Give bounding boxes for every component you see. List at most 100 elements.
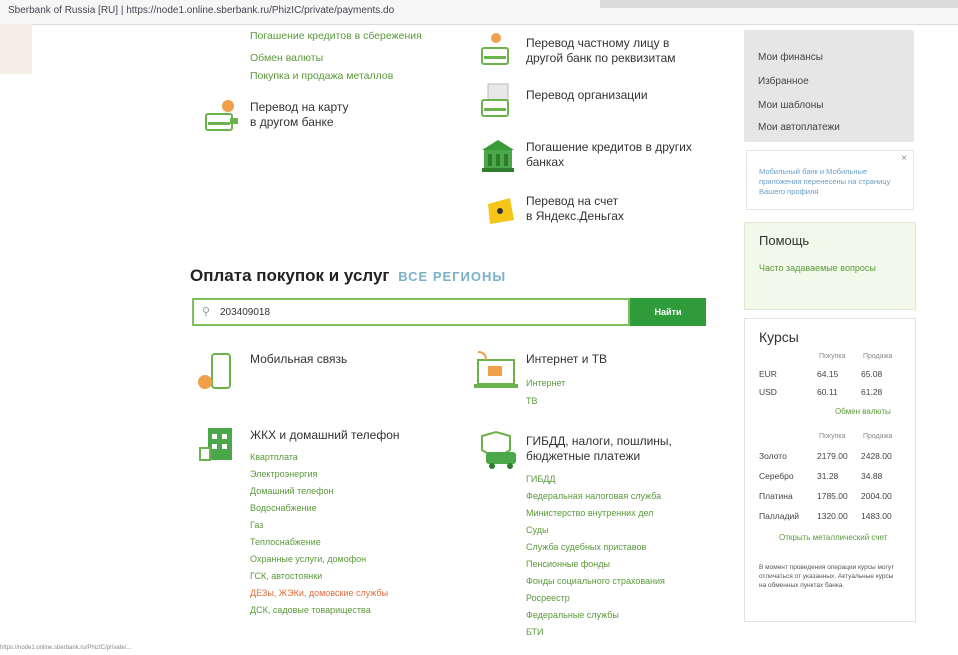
find-button[interactable]: Найти — [630, 298, 706, 326]
sidebar-item-templates[interactable]: Мои шаблоны — [758, 100, 823, 111]
gibdd-link-federal[interactable]: Федеральные службы — [526, 610, 665, 627]
bank-loans-title[interactable]: Погашение кредитов в других банках — [526, 140, 692, 170]
sidebar-item-autopayments[interactable]: Мои автоплатежи — [758, 122, 840, 133]
organization-transfer-title[interactable]: Перевод организации — [526, 88, 648, 103]
zhkh-link-dez[interactable]: ДЕЗы, ЖЭКи, домовские службы — [250, 588, 388, 605]
zhkh-link-gas[interactable]: Газ — [250, 520, 388, 537]
metal-buy: 31.28 — [817, 471, 839, 481]
help-panel: Помощь Часто задаваемые вопросы — [744, 222, 916, 310]
url-text[interactable]: Sberbank of Russia [RU] | https://node1.… — [8, 5, 394, 16]
metal-sell: 1483.00 — [861, 511, 892, 521]
status-bar: https://node1.online.sberbank.ru/PhizIC/… — [0, 645, 132, 651]
link-credit-savings[interactable]: Погашение кредитов в сбережения — [250, 30, 422, 42]
zhkh-link-water[interactable]: Водоснабжение — [250, 503, 388, 520]
metal-row-palladium: Палладий 1320.00 1483.00 — [759, 511, 909, 523]
traffic-police-icon[interactable] — [472, 430, 516, 470]
mobile-title[interactable]: Мобильная связь — [250, 352, 347, 367]
private-transfer-line2: другой банк по реквизитам — [526, 51, 676, 65]
private-transfer-icon[interactable] — [478, 32, 518, 72]
metal-name: Серебро — [759, 471, 794, 481]
toolbar-shade — [600, 0, 958, 8]
rates-fine-print: В момент проведения операции курсы могут… — [759, 564, 895, 589]
help-title: Помощь — [759, 233, 810, 248]
metal-name: Платина — [759, 491, 793, 501]
link-internet[interactable]: Интернет — [526, 378, 565, 388]
metal-name: Золото — [759, 451, 787, 461]
private-transfer-title[interactable]: Перевод частному лицу в другой банк по р… — [526, 36, 676, 66]
metal-buy: 1785.00 — [817, 491, 848, 501]
internet-tv-icon[interactable] — [472, 350, 518, 390]
zhkh-link-heating[interactable]: Теплоснабжение — [250, 537, 388, 554]
gibdd-link-gibdd[interactable]: ГИБДД — [526, 474, 665, 491]
rate-buy: 64.15 — [817, 369, 839, 379]
metal-buy: 2179.00 — [817, 451, 848, 461]
faq-link[interactable]: Часто задаваемые вопросы — [759, 263, 879, 274]
gibdd-title[interactable]: ГИБДД, налоги, пошлины, бюджетные платеж… — [526, 434, 672, 464]
bank-loans-line1: Погашение кредитов в других — [526, 140, 692, 154]
metal-account-link[interactable]: Открыть металлический счет — [779, 533, 887, 542]
zhkh-link-home-phone[interactable]: Домашний телефон — [250, 486, 388, 503]
payments-heading: Оплата покупок и услуг ВСЕ РЕГИОНЫ — [190, 266, 506, 286]
yandex-money-line1: Перевод на счет — [526, 194, 619, 208]
rate-name: USD — [759, 387, 777, 397]
gibdd-links: ГИБДД Федеральная налоговая служба Минис… — [526, 474, 665, 644]
link-tv[interactable]: ТВ — [526, 396, 538, 406]
rates-col-sell: Продажа — [863, 353, 893, 360]
sidebar-menu: Мои финансы Избранное Мои шаблоны Мои ав… — [744, 30, 914, 142]
zhkh-link-parking[interactable]: ГСК, автостоянки — [250, 571, 388, 588]
gibdd-link-bailiffs[interactable]: Служба судебных приставов — [526, 542, 665, 559]
gibdd-link-pension[interactable]: Пенсионные фонды — [526, 559, 665, 576]
gibdd-title-line2: бюджетные платежи — [526, 449, 641, 463]
metals-col-sell: Продажа — [863, 433, 893, 440]
link-currency-exchange[interactable]: Обмен валюты — [250, 52, 323, 64]
gibdd-link-courts[interactable]: Суды — [526, 525, 665, 542]
metal-sell: 2428.00 — [861, 451, 892, 461]
card-transfer-title[interactable]: Перевод на карту в другом банке — [250, 100, 349, 130]
gibdd-link-mvd[interactable]: Министерство внутренних дел — [526, 508, 665, 525]
yandex-money-line2: в Яндекс.Деньгах — [526, 209, 624, 223]
yandex-money-title[interactable]: Перевод на счет в Яндекс.Деньгах — [526, 194, 624, 224]
card-transfer-line2: в другом банке — [250, 115, 334, 129]
zhkh-link-electricity[interactable]: Электроэнергия — [250, 469, 388, 486]
zhkh-link-security[interactable]: Охранные услуги, домофон — [250, 554, 388, 571]
yandex-money-icon[interactable] — [480, 190, 520, 230]
currency-exchange-link[interactable]: Обмен валюты — [835, 407, 891, 416]
zhkh-links: Квартплата Электроэнергия Домашний телеф… — [250, 452, 388, 622]
gibdd-link-bti[interactable]: БТИ — [526, 627, 665, 644]
rate-sell: 65.08 — [861, 369, 883, 379]
private-transfer-line1: Перевод частному лицу в — [526, 36, 670, 50]
mobile-bank-notice: × Мобильный банк и Мобильные приложения … — [746, 150, 914, 210]
sidebar-item-finances[interactable]: Мои финансы — [758, 52, 823, 63]
zhkh-link-rent[interactable]: Квартплата — [250, 452, 388, 469]
metal-sell: 34.88 — [861, 471, 883, 481]
zhkh-title[interactable]: ЖКХ и домашний телефон — [250, 428, 400, 443]
card-transfer-icon[interactable] — [202, 98, 242, 138]
all-regions-link[interactable]: ВСЕ РЕГИОНЫ — [398, 269, 506, 284]
internet-tv-title[interactable]: Интернет и ТВ — [526, 352, 607, 367]
bank-loans-icon[interactable] — [478, 136, 518, 176]
link-metals[interactable]: Покупка и продажа металлов — [250, 70, 393, 82]
notice-text[interactable]: Мобильный банк и Мобильные приложения пе… — [759, 167, 899, 197]
close-icon[interactable]: × — [901, 153, 907, 164]
organization-transfer-icon[interactable] — [478, 82, 518, 122]
metal-row-platinum: Платина 1785.00 2004.00 — [759, 491, 909, 503]
rate-row-usd: USD 60.11 61.28 — [759, 387, 909, 399]
housing-utilities-icon[interactable] — [198, 422, 238, 462]
zhkh-link-gardens[interactable]: ДСК, садовые товарищества — [250, 605, 388, 622]
mobile-phone-icon[interactable] — [196, 352, 236, 392]
bank-loans-line2: банках — [526, 155, 565, 169]
rates-col-buy: Покупка — [819, 353, 846, 360]
search-input[interactable] — [218, 303, 622, 321]
gibdd-title-line1: ГИБДД, налоги, пошлины, — [526, 434, 672, 448]
sidebar-item-favorites[interactable]: Избранное — [758, 76, 809, 87]
gibdd-link-tax[interactable]: Федеральная налоговая служба — [526, 491, 665, 508]
gibdd-link-rosreestr[interactable]: Росреестр — [526, 593, 665, 610]
gibdd-link-social[interactable]: Фонды социального страхования — [526, 576, 665, 593]
rates-panel: Курсы Покупка Продажа EUR 64.15 65.08 US… — [744, 318, 916, 622]
payments-heading-text: Оплата покупок и услуг — [190, 266, 390, 285]
browser-address-bar[interactable]: Sberbank of Russia [RU] | https://node1.… — [0, 0, 958, 25]
left-panel-stub — [0, 24, 32, 74]
metal-sell: 2004.00 — [861, 491, 892, 501]
search-box[interactable]: ⚲ — [192, 298, 630, 326]
rate-buy: 60.11 — [817, 387, 838, 397]
